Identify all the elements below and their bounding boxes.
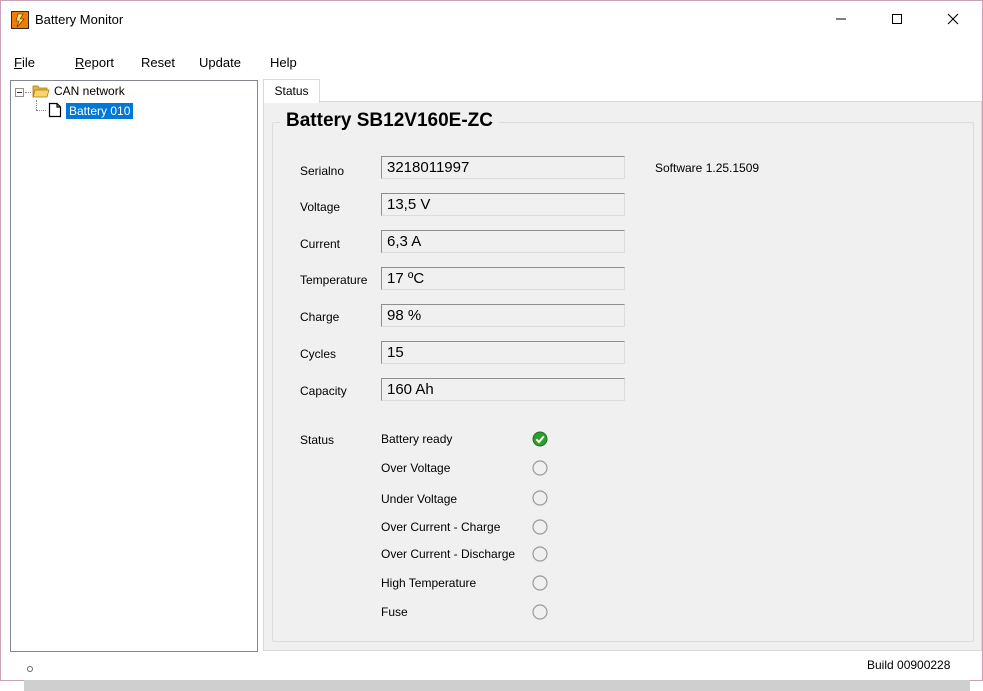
voltage-field[interactable]: 13,5 V (381, 193, 625, 216)
tab-status[interactable]: Status (263, 79, 320, 103)
maximize-icon (892, 14, 902, 24)
empty-circle-icon (532, 546, 548, 562)
status-label-over-current-discharge: Over Current - Discharge (381, 547, 516, 561)
tree-node-can-network[interactable]: CAN network (54, 84, 125, 98)
empty-circle-icon (532, 604, 548, 620)
folder-open-icon (32, 85, 50, 98)
menu-report-rest: eport (84, 55, 115, 70)
menu-report-mnemonic: R (75, 55, 85, 70)
close-icon (947, 13, 959, 25)
status-heading: Status (300, 433, 335, 447)
app-icon (11, 11, 29, 29)
empty-circle-icon (532, 575, 548, 591)
network-tree[interactable]: CAN network Battery 010 (10, 80, 258, 652)
close-button[interactable] (930, 1, 976, 37)
status-label-over-current-charge: Over Current - Charge (381, 520, 501, 534)
serialno-label: Serialno (300, 164, 345, 178)
battery-monitor-window: Battery Monitor File Report Reset Update… (0, 0, 983, 681)
current-label: Current (300, 237, 341, 251)
status-label-high-temperature: High Temperature (381, 576, 477, 590)
menu-reset[interactable]: Reset (141, 55, 175, 70)
menu-bar: File Report Reset Update Help (1, 47, 982, 73)
charge-field[interactable]: 98 % (381, 304, 625, 327)
window-shadow (24, 680, 970, 691)
temperature-label: Temperature (300, 273, 368, 287)
temperature-field[interactable]: 17 ºC (381, 267, 625, 290)
minimize-button[interactable] (818, 1, 864, 37)
cycles-label: Cycles (300, 347, 337, 361)
menu-help[interactable]: Help (270, 55, 297, 70)
empty-circle-icon (532, 519, 548, 535)
maximize-button[interactable] (874, 1, 920, 37)
status-label-over-voltage: Over Voltage (381, 461, 451, 475)
window-title: Battery Monitor (35, 12, 124, 27)
title-bar[interactable]: Battery Monitor (1, 1, 982, 37)
collapse-toggle-icon[interactable] (15, 88, 24, 97)
status-label-battery-ready: Battery ready (381, 432, 453, 446)
check-circle-icon (532, 431, 548, 447)
status-bar: Build 00900228 (1, 652, 982, 680)
software-version: Software 1.25.1509 (655, 161, 760, 175)
tree-connector-child (36, 110, 46, 111)
build-number: Build 00900228 (867, 658, 951, 672)
capacity-field[interactable]: 160 Ah (381, 378, 625, 401)
status-label-under-voltage: Under Voltage (381, 492, 458, 506)
menu-update[interactable]: Update (199, 55, 241, 70)
capacity-label: Capacity (300, 384, 347, 398)
charge-label: Charge (300, 310, 340, 324)
status-tab-page: Battery SB12V160E-ZC (263, 101, 982, 651)
tree-node-battery-010[interactable]: Battery 010 (66, 103, 134, 119)
menu-report[interactable]: Report (75, 55, 114, 70)
tree-connector-vertical (36, 100, 37, 110)
serialno-field[interactable]: 3218011997 (381, 156, 625, 179)
status-label-fuse: Fuse (381, 605, 408, 619)
empty-circle-icon (532, 460, 548, 476)
menu-file-rest: ile (21, 55, 35, 70)
empty-circle-icon (532, 490, 548, 506)
cycles-field[interactable]: 15 (381, 341, 625, 364)
battery-title: Battery SB12V160E-ZC (280, 110, 499, 132)
document-icon (48, 102, 62, 118)
tree-connector (25, 92, 31, 93)
connection-indicator-icon (27, 666, 33, 672)
menu-file-mnemonic: F (14, 55, 22, 70)
current-field[interactable]: 6,3 A (381, 230, 625, 253)
menu-file[interactable]: File (14, 55, 35, 70)
minimize-icon (836, 18, 846, 20)
voltage-label: Voltage (300, 200, 341, 214)
